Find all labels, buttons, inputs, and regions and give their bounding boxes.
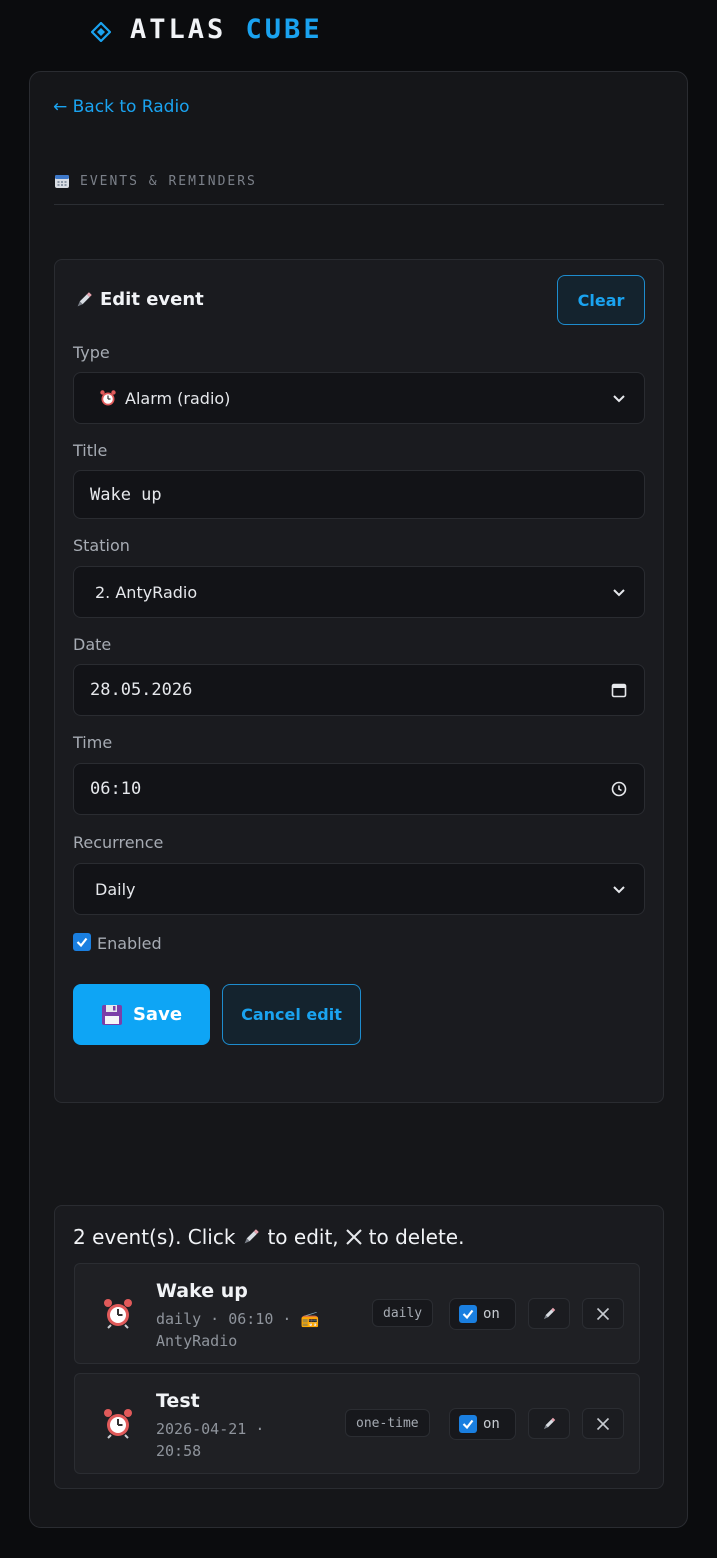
delete-event-button[interactable] [582,1298,624,1329]
enabled-checkbox[interactable] [459,1305,477,1323]
pencil-icon [543,1307,556,1319]
brand-word-cube: CUBE [245,14,323,45]
diamond-logo-icon [91,22,111,42]
chevron-down-icon [613,886,625,894]
chevron-down-icon [613,395,625,403]
checkmark-icon [462,1419,474,1430]
event-row: Wake up daily · 06:10 · 📻 AntyRadio dail… [74,1263,640,1364]
back-to-radio-link[interactable]: ← Back to Radio [53,97,190,117]
close-icon [345,1229,362,1245]
save-button[interactable]: Save [73,984,210,1045]
events-summary: 2 event(s). Click to edit, to delete. [73,1225,464,1249]
enabled-label: Enabled [97,934,162,953]
station-select[interactable]: 2. AntyRadio [73,566,645,618]
type-label: Type [73,343,110,362]
alarm-clock-icon [100,390,116,406]
toggle-label: on [483,1416,500,1432]
events-list-panel: 2 event(s). Click to edit, to delete. Wa… [54,1205,664,1489]
section-divider [54,204,664,205]
summary-prefix: 2 event(s). Click [73,1225,236,1249]
calendar-picker-icon[interactable] [610,681,628,699]
floppy-disk-icon [101,1004,122,1025]
event-meta-line: AntyRadio [156,1332,238,1350]
pencil-icon [543,1417,556,1429]
time-label: Time [73,733,113,752]
alarm-clock-icon [104,1409,132,1439]
recurrence-badge: daily [372,1299,434,1327]
section-header: EVENTS & REMINDERS [54,173,257,189]
brand-logo: ATLAS CUBE [130,14,323,45]
edit-event-button[interactable] [528,1408,570,1439]
type-select[interactable]: Alarm (radio) [73,372,645,424]
station-select-value: 2. AntyRadio [95,582,198,602]
enabled-checkbox[interactable] [459,1415,477,1433]
title-input-value: Wake up [90,484,162,505]
top-bar: ATLAS CUBE [0,0,717,64]
alarm-clock-icon [104,1299,132,1329]
event-enabled-toggle[interactable]: on [449,1408,516,1440]
toggle-label: on [483,1306,500,1322]
cancel-edit-button[interactable]: Cancel edit [222,984,361,1045]
event-meta: daily · 06:10 · 📻 AntyRadio [156,1308,356,1352]
event-meta-line: 2026-04-21 · [156,1420,265,1438]
close-icon [596,1307,610,1320]
clear-button[interactable]: Clear [557,275,645,325]
title-input[interactable]: Wake up [73,470,645,519]
calendar-icon [55,175,69,188]
pencil-icon [245,1229,260,1244]
time-input[interactable]: 06:10 [73,763,645,815]
chevron-down-icon [613,589,625,597]
checkmark-icon [76,937,88,947]
summary-suffix: to delete. [368,1225,465,1249]
enabled-checkbox-row[interactable]: Enabled [73,930,162,953]
clock-icon[interactable] [610,780,628,798]
save-button-label: Save [132,1004,183,1025]
editor-title: Edit event [74,289,204,310]
event-row: Test 2026-04-21 · 20:58 one-time on [74,1373,640,1474]
enabled-checkbox[interactable] [73,932,91,951]
date-input-value: 28.05.2026 [90,680,193,700]
date-label: Date [73,635,112,654]
brand-word-atlas: ATLAS [130,14,227,45]
type-select-value: Alarm (radio) [125,388,231,408]
editor-title-text: Edit event [100,289,204,310]
pencil-icon [77,291,92,306]
event-enabled-toggle[interactable]: on [449,1298,516,1330]
event-title: Test [156,1390,200,1412]
recurrence-select[interactable]: Daily [73,863,645,915]
event-meta-line: 20:58 [156,1442,202,1460]
time-input-value: 06:10 [90,779,142,799]
recurrence-badge: one-time [345,1409,430,1437]
summary-mid: to edit, [267,1225,339,1249]
event-editor-panel: Edit event Clear Type Alarm (radio) Titl… [54,259,664,1103]
event-title: Wake up [156,1280,248,1302]
date-input[interactable]: 28.05.2026 [73,664,645,716]
recurrence-label: Recurrence [73,833,164,852]
station-label: Station [73,536,130,555]
event-meta-line: daily · 06:10 · 📻 [156,1310,320,1328]
edit-event-button[interactable] [528,1298,570,1329]
title-label: Title [73,441,108,460]
recurrence-select-value: Daily [95,879,136,899]
section-title: EVENTS & REMINDERS [80,173,257,189]
delete-event-button[interactable] [582,1408,624,1439]
close-icon [596,1417,610,1430]
main-card: ← Back to Radio EVENTS & REMINDERS Edit … [29,71,688,1528]
event-meta: 2026-04-21 · 20:58 [156,1418,356,1462]
checkmark-icon [462,1309,474,1320]
